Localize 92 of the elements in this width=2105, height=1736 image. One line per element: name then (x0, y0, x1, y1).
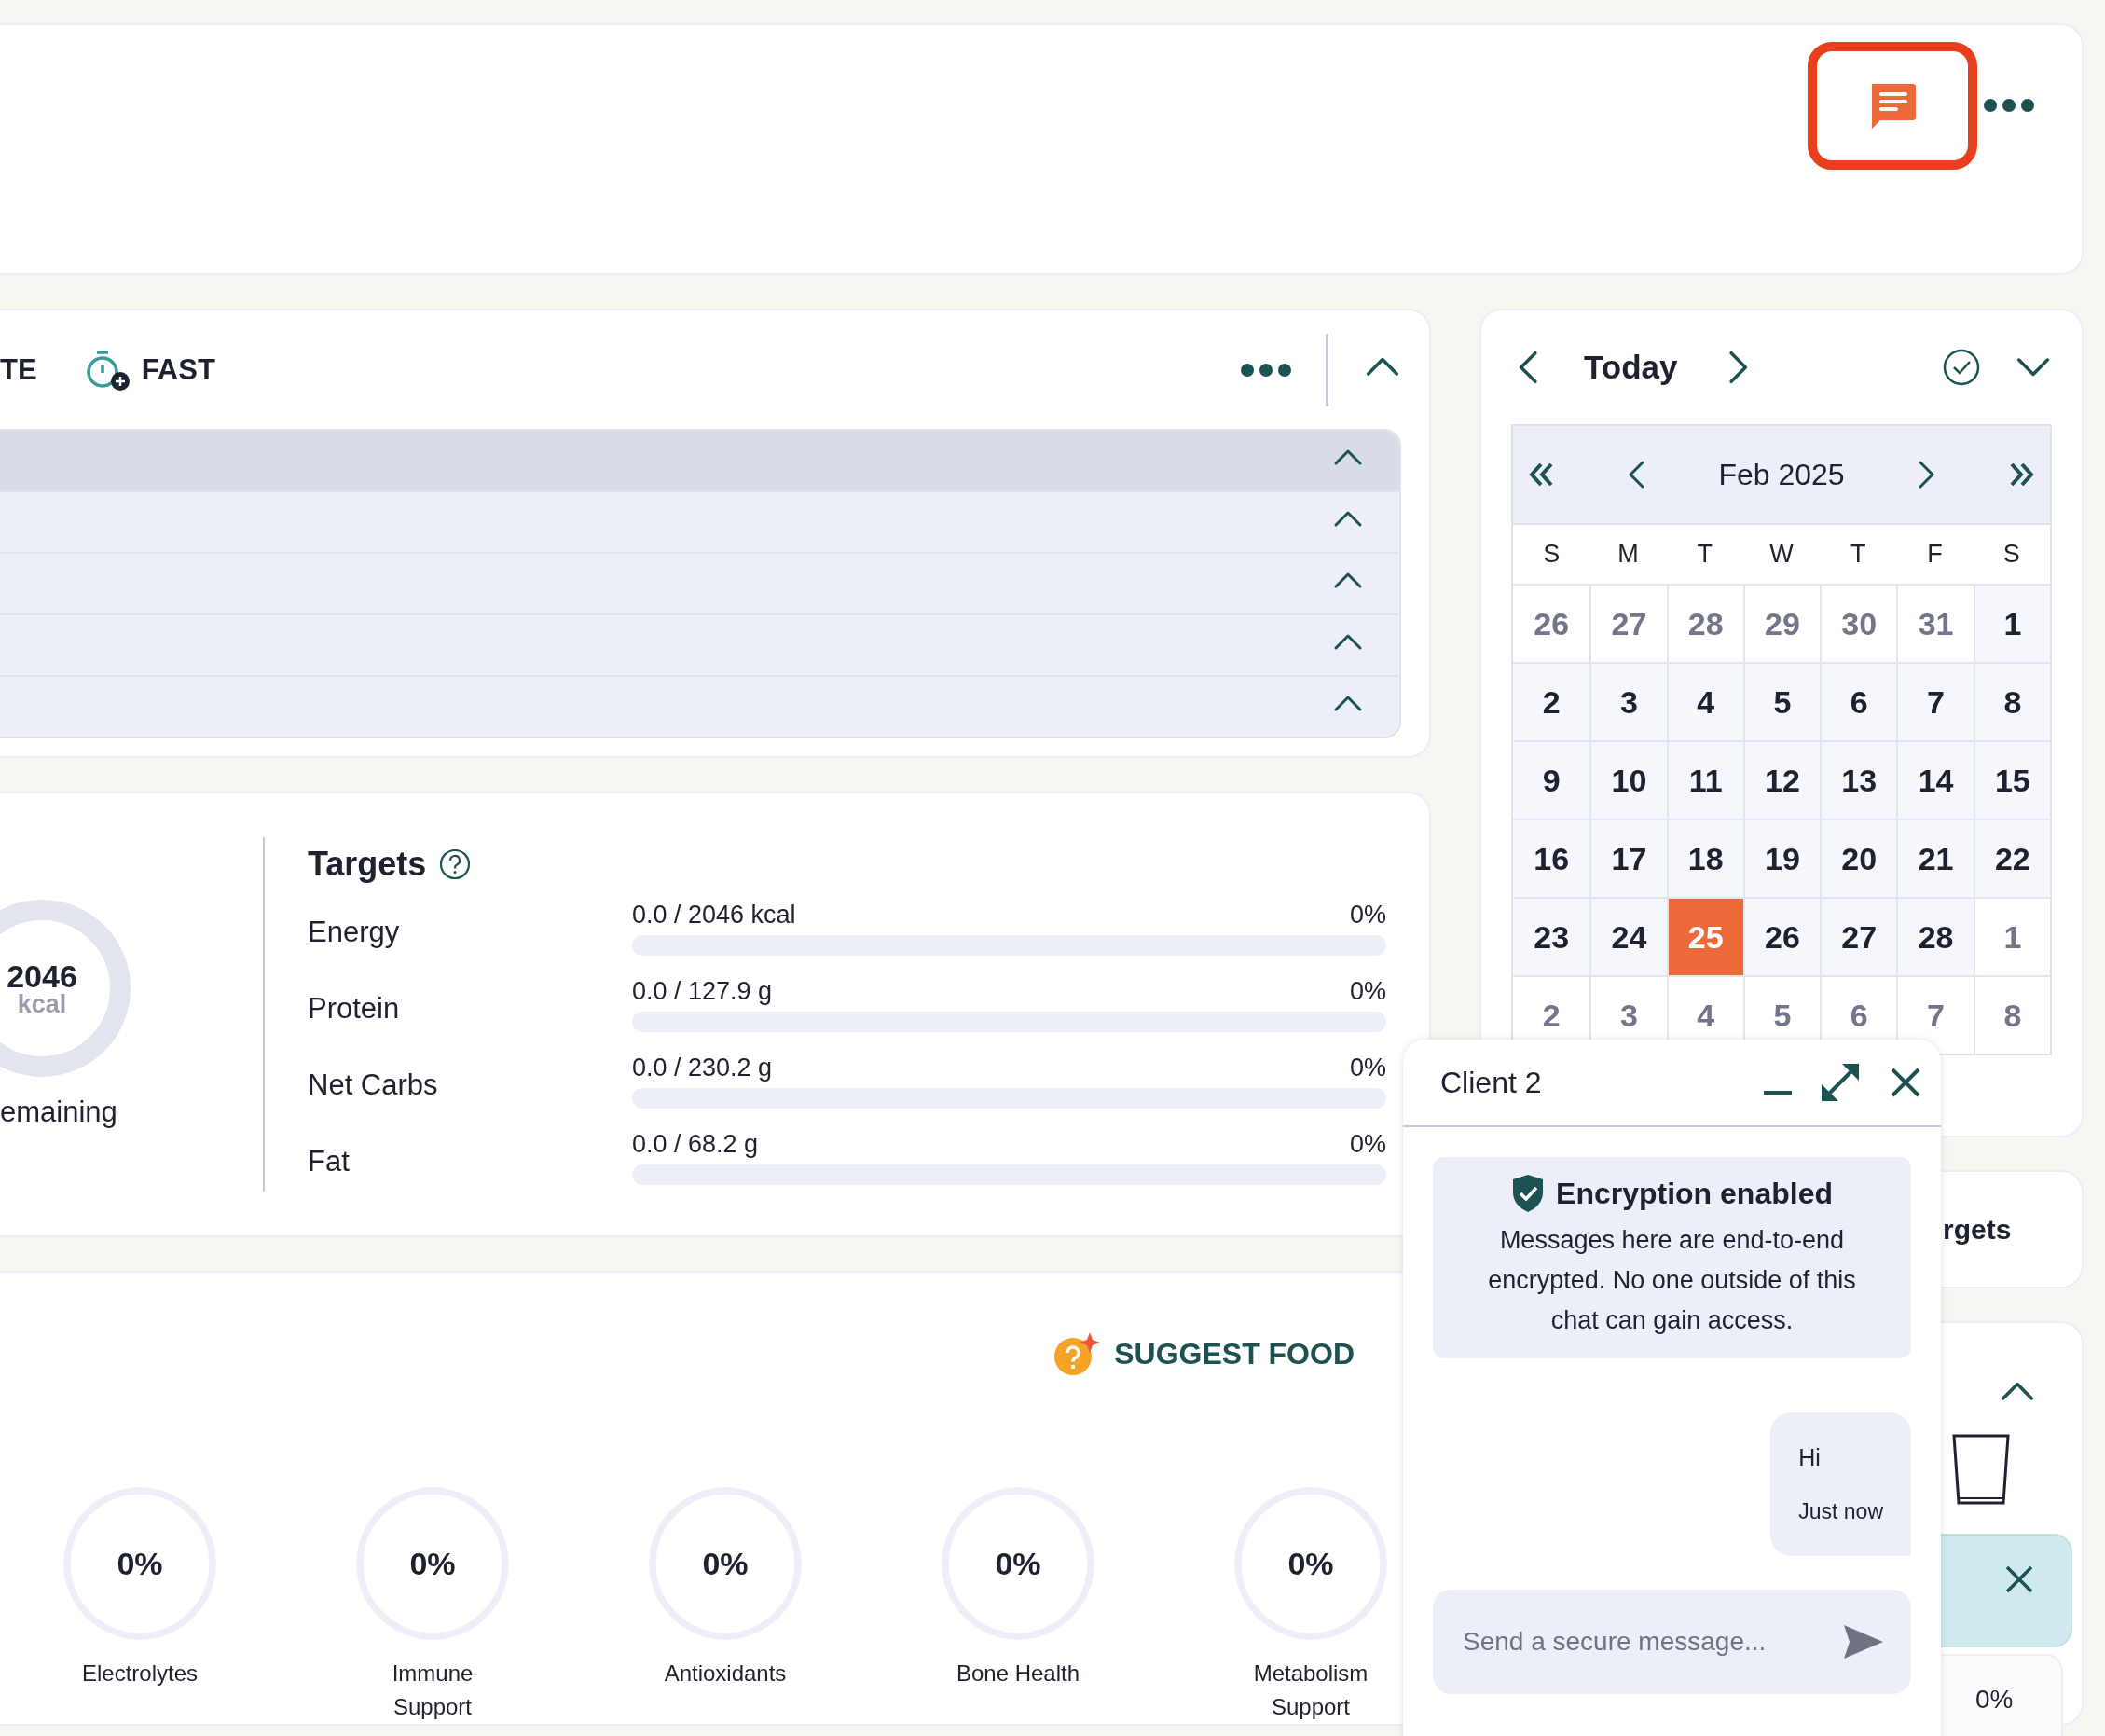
calendar-day[interactable]: 21 (1896, 819, 1974, 897)
message-input[interactable]: Send a secure message... (1461, 1625, 1835, 1658)
calendar-day[interactable]: 16 (1513, 819, 1590, 897)
target-percent: 0% (1349, 1129, 1386, 1159)
weekday-label: F (1926, 539, 1944, 570)
help-icon[interactable] (439, 848, 472, 880)
targets-title: Targets (308, 845, 427, 884)
message-time: Just now (1798, 1498, 1883, 1524)
calendar-day[interactable]: 8 (1973, 662, 2050, 740)
calendar-day[interactable]: 14 (1896, 740, 1974, 819)
energy-caption: emaining (0, 1095, 117, 1129)
calendar-day[interactable]: 15 (1973, 740, 2050, 819)
score-value: 0% (409, 1545, 456, 1582)
calendar-day[interactable]: 1 (1973, 897, 2050, 975)
calendar-day[interactable]: 29 (1742, 584, 1821, 662)
calendar-day[interactable]: 8 (1973, 975, 2050, 1054)
weekday-label: T (1696, 539, 1713, 570)
calendar-day[interactable]: 12 (1742, 740, 1821, 819)
score-label: Immune Support (391, 1660, 475, 1721)
close-icon[interactable] (1889, 1066, 1922, 1099)
target-label: Energy (308, 915, 401, 949)
calendar-day[interactable]: 26 (1742, 897, 1821, 975)
score-label: Bone Health (955, 1660, 1081, 1688)
calendar-day[interactable]: 1 (1973, 584, 2050, 662)
calendar-day[interactable]: 9 (1513, 740, 1590, 819)
send-button[interactable] (1844, 1624, 1883, 1659)
score-label: Antioxidants (663, 1660, 788, 1688)
encryption-title: Encryption enabled (1556, 1176, 1833, 1211)
weekday-label: T (1850, 539, 1867, 570)
encryption-text: Messages here are end-to-end encrypted. No one outside of this chat can gain access. (1487, 1225, 1857, 1337)
calendar-day[interactable]: 28 (1666, 584, 1743, 662)
target-percent: 0% (1349, 900, 1386, 930)
weekday-label: S (2002, 539, 2021, 570)
calendar-day[interactable]: 10 (1589, 740, 1667, 819)
calendar-day[interactable]: 31 (1896, 584, 1974, 662)
target-percent: 0% (1349, 1053, 1386, 1082)
calendar-day[interactable]: 27 (1589, 584, 1667, 662)
send-icon (1844, 1624, 1883, 1659)
today-label: Today (1584, 349, 1678, 386)
suggest-food-button[interactable]: SUGGEST FOOD (1052, 1330, 1355, 1377)
calendar-day[interactable]: 24 (1589, 897, 1667, 975)
calendar-day[interactable]: 11 (1666, 740, 1743, 819)
calendar-day[interactable]: 4 (1666, 662, 1743, 740)
action-button[interactable]: FAST (83, 347, 215, 393)
more-icon[interactable] (1240, 362, 1292, 378)
expand-icon[interactable] (1820, 1062, 1861, 1103)
calendar-day[interactable]: 23 (1513, 897, 1590, 975)
shield-check-icon (1511, 1174, 1546, 1213)
target-percent: 0% (1349, 976, 1386, 1006)
target-label: Net Carbs (308, 1068, 439, 1102)
target-label: Fat (308, 1144, 351, 1178)
calendar-day[interactable]: 2 (1513, 662, 1590, 740)
more-icon[interactable] (1983, 98, 2035, 113)
targets-link-label: rgets (1943, 1213, 2012, 1246)
month-label: Feb 2025 (1718, 457, 1845, 492)
score-value: 0% (1287, 1545, 1334, 1582)
weekday-label: M (1617, 539, 1640, 570)
percent-value: 0% (1975, 1685, 2014, 1715)
calendar-day[interactable]: 6 (1820, 662, 1897, 740)
calendar-day[interactable]: 19 (1742, 819, 1821, 897)
weekday-label: S (1542, 539, 1562, 570)
action-button[interactable]: TE (0, 352, 37, 387)
score-label: Metabolism Support (1252, 1660, 1369, 1721)
glass-icon[interactable] (1952, 1433, 2010, 1508)
calendar-day[interactable]: 30 (1820, 584, 1897, 662)
energy-unit: kcal (17, 991, 67, 1017)
calendar-day[interactable]: 22 (1973, 819, 2050, 897)
weekday-label: W (1768, 539, 1795, 570)
calendar-day[interactable]: 27 (1820, 897, 1897, 975)
target-reading: 0.0 / 230.2 g (632, 1053, 773, 1082)
calendar-day[interactable]: 28 (1896, 897, 1974, 975)
calendar-day[interactable]: 17 (1589, 819, 1667, 897)
calendar-day[interactable]: 18 (1666, 819, 1743, 897)
energy-value: 2046 (7, 959, 77, 992)
calendar-day[interactable]: 7 (1896, 662, 1974, 740)
target-reading: 0.0 / 2046 kcal (632, 900, 796, 930)
target-reading: 0.0 / 68.2 g (632, 1129, 759, 1159)
score-value: 0% (995, 1545, 1041, 1582)
message-text: Hi (1798, 1443, 1822, 1471)
calendar-day[interactable]: 5 (1742, 662, 1821, 740)
calendar-day[interactable]: 20 (1820, 819, 1897, 897)
score-value: 0% (117, 1545, 163, 1582)
close-icon[interactable] (2003, 1564, 2035, 1595)
target-label: Protein (308, 991, 401, 1026)
check-circle-icon[interactable] (1942, 348, 1981, 387)
score-label: Electrolytes (80, 1660, 199, 1688)
chat-title: Client 2 (1440, 1065, 1543, 1100)
score-value: 0% (702, 1545, 749, 1582)
calendar-day[interactable]: 13 (1820, 740, 1897, 819)
chat-button[interactable] (1808, 42, 1977, 170)
calendar-day[interactable]: 3 (1589, 662, 1667, 740)
target-reading: 0.0 / 127.9 g (632, 976, 773, 1006)
